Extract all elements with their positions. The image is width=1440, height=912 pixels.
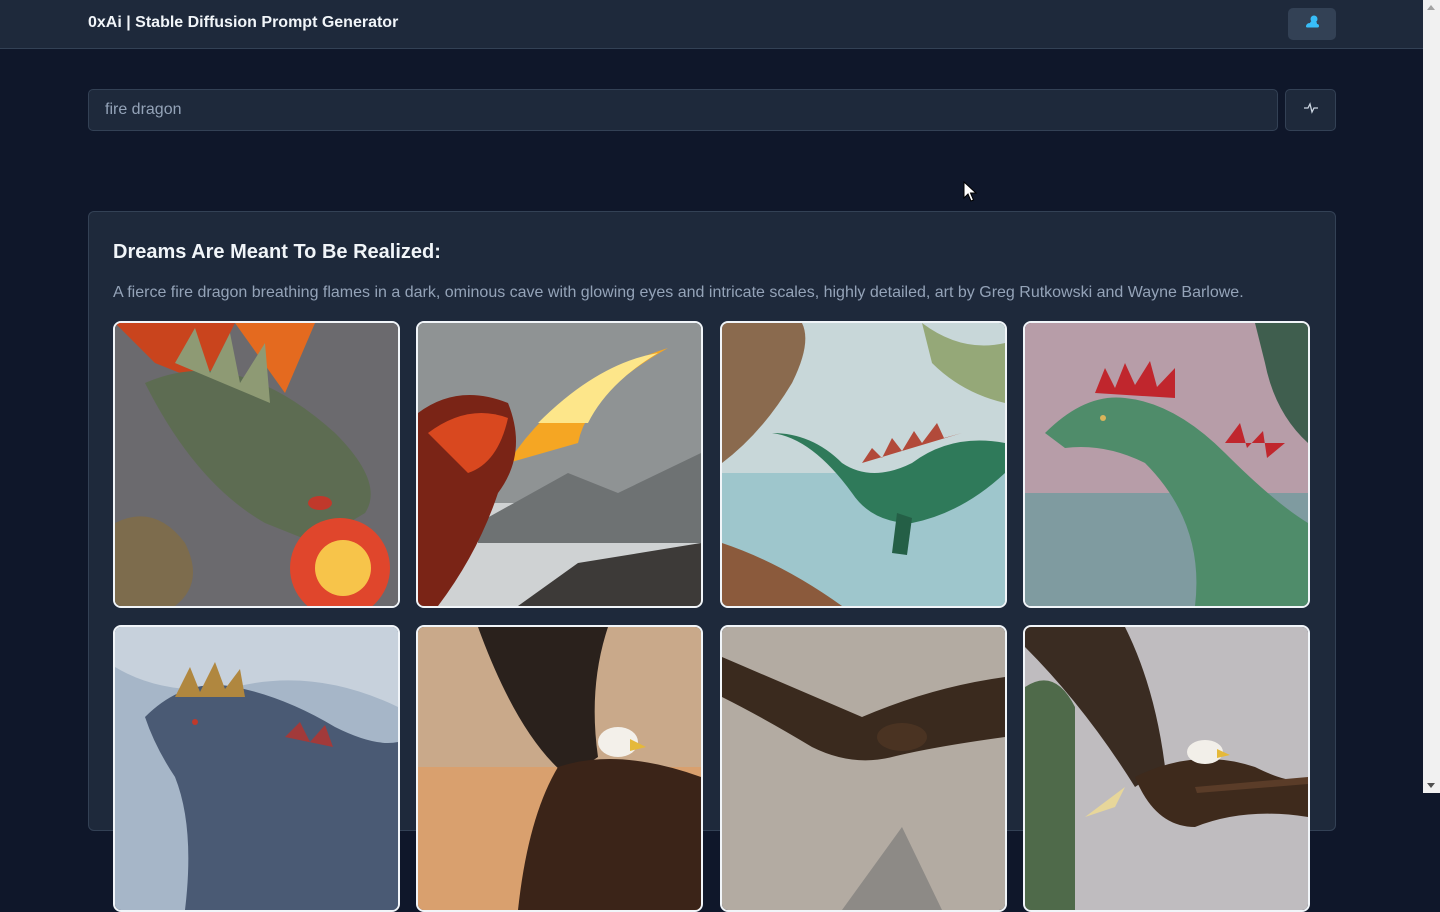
generated-prompt-text[interactable]: A fierce fire dragon breathing flames in… (113, 284, 1244, 302)
gallery-image-4[interactable] (1023, 321, 1310, 608)
gallery-image-6[interactable] (416, 625, 703, 912)
gallery-image-7[interactable] (720, 625, 1007, 912)
top-navbar: 0xAi | Stable Diffusion Prompt Generator (0, 0, 1423, 49)
scroll-down-arrow-icon[interactable] (1427, 783, 1435, 788)
theme-toggle-button[interactable] (1288, 8, 1336, 40)
result-card: Dreams Are Meant To Be Realized: A fierc… (88, 211, 1336, 912)
mouse-cursor-icon (963, 180, 978, 208)
prompt-search-input[interactable] (88, 89, 1278, 131)
gallery-image-3[interactable] (720, 321, 1007, 608)
gallery-image-2[interactable] (416, 321, 703, 608)
app-title[interactable]: 0xAi | Stable Diffusion Prompt Generator (88, 14, 398, 32)
activity-icon (1303, 101, 1319, 120)
gallery-image-5[interactable] (113, 625, 400, 912)
scroll-up-arrow-icon[interactable] (1427, 5, 1435, 10)
vertical-scrollbar[interactable] (1423, 0, 1440, 793)
result-heading: Dreams Are Meant To Be Realized: (113, 241, 441, 263)
cloud-sun-icon (1303, 13, 1321, 36)
gallery-image-1[interactable] (113, 321, 400, 608)
gallery-image-8[interactable] (1023, 625, 1310, 912)
generate-button[interactable] (1285, 89, 1336, 131)
